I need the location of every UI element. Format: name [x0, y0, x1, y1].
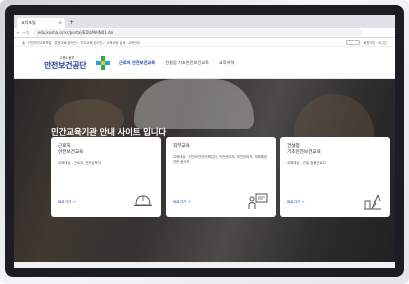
card-link[interactable]: 바로가기 →	[58, 200, 75, 205]
card-job-education[interactable]: 직무교육 교육대상 : 안전보건관리책임자, 안전관리자, 보건관리자, 재해예…	[166, 137, 276, 217]
card-worker-education[interactable]: 근로자 안전보건교육 교육대상 : 근로자, 관리감독자 바로가기 →	[51, 137, 161, 217]
utility-links[interactable]: 홈 · 안전보건교육포털 · 법정교육(온라인) · 직무교육(온라인) · 교…	[22, 40, 140, 45]
utility-right: 회원가입 · 로그인	[346, 39, 387, 45]
address-bar: ← → ↻ edu.kosha.or.kr/portal/EDUMAIN01.d…	[14, 28, 395, 38]
card-link[interactable]: 바로가기 →	[287, 200, 304, 205]
cross-logo-icon	[96, 55, 110, 70]
search-box[interactable]	[346, 39, 361, 45]
nav-buttons[interactable]: ← → ↻	[17, 30, 30, 35]
card-description: 교육대상 : 건설 일용근로자	[287, 161, 326, 165]
hardhat-icon	[134, 195, 152, 206]
background-frame: 교육포털 × + ← → ↻ edu.kosha.or.kr/portal/ED…	[0, 0, 409, 284]
login-links[interactable]: 회원가입 · 로그인	[363, 40, 387, 45]
page-footer-strip	[14, 262, 395, 268]
browser-tab[interactable]: 교육포털 ×	[17, 18, 65, 28]
card-description: 교육대상 : 근로자, 관리감독자	[58, 161, 101, 165]
site-logo[interactable]: 고용노동부 안전보건공단	[44, 55, 90, 71]
card-title: 건설업 기초안전보건교육	[287, 144, 321, 155]
card-title: 근로자 안전보건교육	[58, 144, 84, 155]
presentation-icon	[248, 193, 268, 209]
main-header: 고용노동부 안전보건공단 근로자 안전보건교육 건설업 기초안전보건교육 교육이…	[14, 47, 395, 79]
menu-worker-education[interactable]: 근로자 안전보건교육	[114, 60, 160, 66]
card-link[interactable]: 바로가기 →	[173, 200, 190, 205]
tab-label: 교육포털	[21, 20, 36, 25]
main-menu: 근로자 안전보건교육 건설업 기초안전보건교육 교육이력	[114, 60, 239, 66]
tab-close-icon[interactable]: ×	[59, 18, 62, 28]
card-title: 직무교육	[173, 144, 190, 149]
card-description: 교육대상 : 안전보건관리책임자, 안전관리자, 보건관리자, 재해예방전문 종…	[173, 155, 267, 164]
utility-bar: 홈 · 안전보건교육포털 · 법정교육(온라인) · 직무교육(온라인) · 교…	[14, 38, 395, 47]
construction-icon	[364, 194, 381, 210]
browser-window: 교육포털 × + ← → ↻ edu.kosha.or.kr/portal/ED…	[14, 15, 395, 268]
menu-construction-education[interactable]: 건설업 기초안전보건교육	[160, 60, 214, 66]
card-construction-education[interactable]: 건설업 기초안전보건교육 교육대상 : 건설 일용근로자 바로가기 →	[280, 137, 390, 217]
browser-tabbar: 교육포털 × +	[14, 15, 395, 28]
menu-education-history[interactable]: 교육이력	[214, 60, 239, 66]
new-tab-button[interactable]: +	[69, 18, 74, 28]
url-field[interactable]: edu.kosha.or.kr/portal/EDUMAIN01.do	[32, 29, 363, 36]
logo-agency: 안전보건공단	[44, 60, 87, 70]
laptop-bezel: 교육포털 × + ← → ↻ edu.kosha.or.kr/portal/ED…	[5, 5, 404, 277]
